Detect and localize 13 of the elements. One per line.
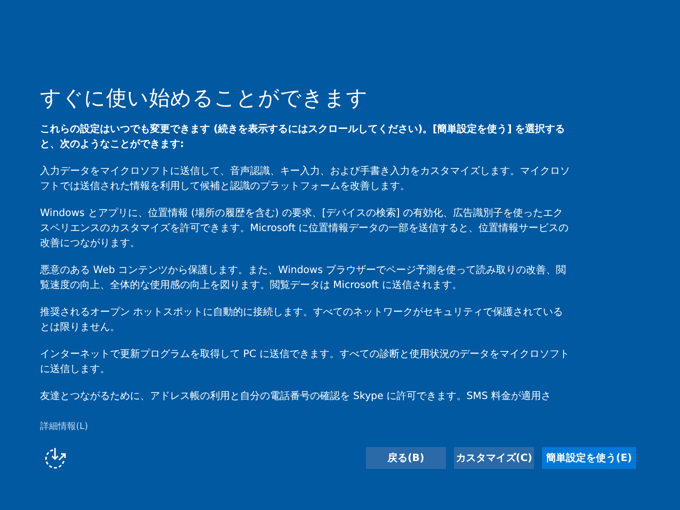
action-button[interactable]: 戻る(B) [366,447,446,469]
paragraph: Windows とアプリに、位置情報 (場所の履歴を含む) の要求、[デバイスの検索] の有効化、広告識別子を使ったエクスペリエンスのカスタマイズを許可できます。Microsoft に位置情報データの一部を送信すると、位置情報サービスの改善につながります。 [40,206,570,251]
paragraph: 友達とつながるために、アドレス帳の利用と自分の電話番号の確認を Skype に許可できます。SMS 料金が適用さ [40,390,552,404]
page-title: すぐに使い始めることができます [40,85,368,112]
intro-text: これらの設定はいつでも変更できます (続きを表示するにはスクロールしてください)。[簡単設定を使う] を選択すると、次のようなことができます: [40,122,566,152]
paragraph: 悪意のある Web コンテンツから保護します。また、Windows ブラウザーでページ予測を使って読み取りの改善、閲覧速度の向上、全体的な使用感の向上を図ります。閲覧データは Microsoft に送信されます。 [40,264,567,293]
details-link[interactable]: 詳細情報(L) [40,422,88,432]
action-button[interactable]: カスタマイズ(C) [454,447,534,469]
paragraph: 推奨されるオープン ホットスポットに自動的に接続します。すべてのネットワークがセキュリティで保護されているとは限りません。 [40,306,564,335]
paragraph: インターネットで更新プログラムを取得して PC に送信できます。すべての診断と使用状況のデータをマイクロソフトに送信します。 [40,348,570,377]
express-settings-button[interactable]: 簡単設定を使う(E) [542,447,636,469]
paragraph: 入力データをマイクロソフトに送信して、音声認識、キー入力、および手書き入力をカスタマイズします。マイクロソフトでは送信された情報を利用して候補と認識のプラットフォームを改善します。 [40,164,570,194]
ease-of-access-icon[interactable] [44,446,68,470]
